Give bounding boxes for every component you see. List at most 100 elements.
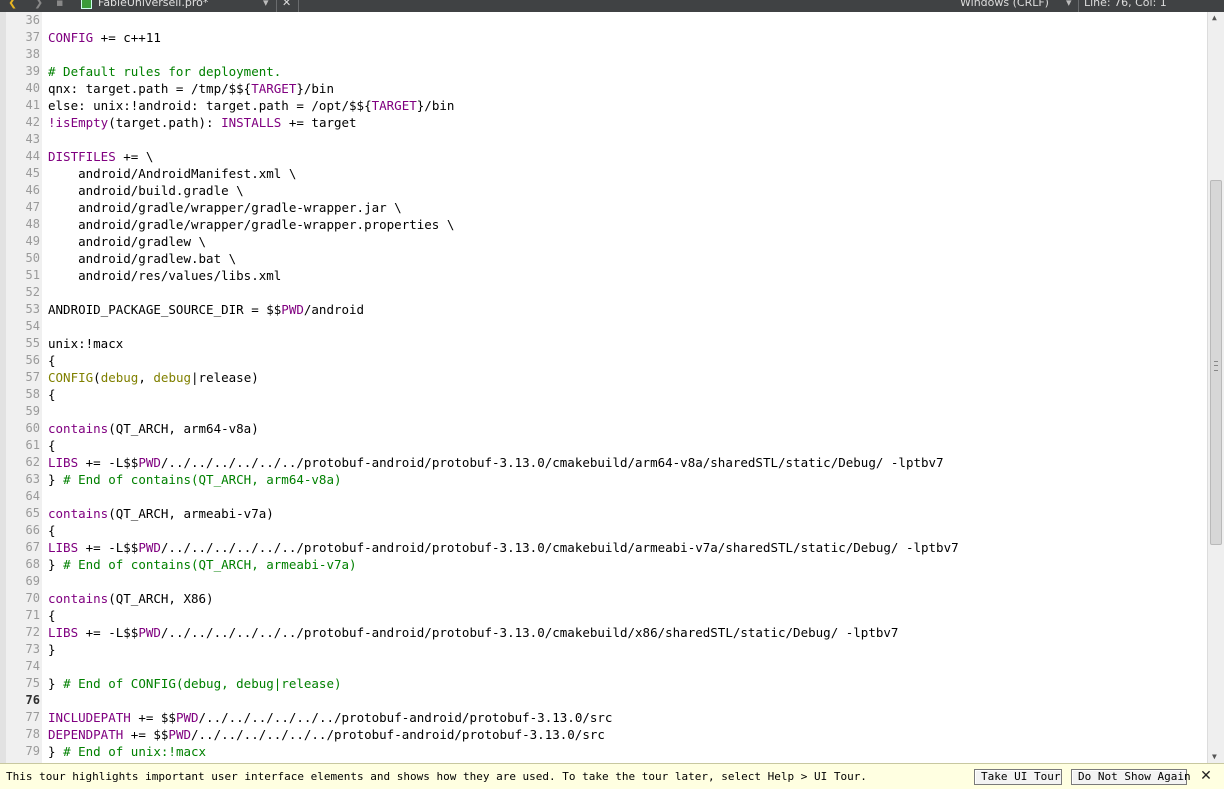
code-line[interactable]: 64 xyxy=(0,488,1207,505)
code-lines[interactable]: 36 37 CONFIG += c++11 38 39 # Default rules f… xyxy=(0,12,1207,760)
code-line[interactable]: 56 { xyxy=(0,352,1207,369)
code-line[interactable]: 70 contains(QT_ARCH, X86) xyxy=(0,590,1207,607)
code-line[interactable]: 76 xyxy=(0,692,1207,709)
code-line[interactable]: 66 { xyxy=(0,522,1207,539)
file-dropdown-icon[interactable]: ▾ xyxy=(263,0,269,10)
code-line[interactable]: 62 LIBS += -L$$PWD/../../../../../../prot… xyxy=(0,454,1207,471)
code-line[interactable]: 68} # End of contains(QT_ARCH, armeabi-v… xyxy=(0,556,1207,573)
code-line[interactable]: 73} xyxy=(0,641,1207,658)
code-text[interactable]: contains(QT_ARCH, armeabi-v7a) xyxy=(48,505,274,522)
code-text[interactable]: { xyxy=(48,522,56,539)
code-text[interactable]: LIBS += -L$$PWD/../../../../../../protob… xyxy=(48,539,959,556)
scroll-up-arrow-icon[interactable]: ▲ xyxy=(1212,13,1217,23)
cursor-position[interactable]: Line: 76, Col: 1 xyxy=(1084,0,1167,10)
code-line[interactable]: 46 android/build.gradle \ xyxy=(0,182,1207,199)
code-text[interactable]: ANDROID_PACKAGE_SOURCE_DIR = $$PWD/andro… xyxy=(48,301,364,318)
code-text[interactable]: android/build.gradle \ xyxy=(48,182,244,199)
back-arrow-icon[interactable]: ❮ xyxy=(8,0,17,10)
code-text[interactable]: # Default rules for deployment. xyxy=(48,63,281,80)
code-text[interactable]: DEPENDPATH += $$PWD/../../../../../../pr… xyxy=(48,726,605,743)
code-text[interactable]: } xyxy=(48,641,56,658)
code-text[interactable]: android/gradlew.bat \ xyxy=(48,250,236,267)
code-text[interactable]: CONFIG(debug, debug|release) xyxy=(48,369,259,386)
code-line[interactable]: 42 !isEmpty(target.path): INSTALLS += tar… xyxy=(0,114,1207,131)
code-text[interactable]: android/gradle/wrapper/gradle-wrapper.pr… xyxy=(48,216,454,233)
code-line[interactable]: 67 LIBS += -L$$PWD/../../../../../../prot… xyxy=(0,539,1207,556)
code-text[interactable]: android/AndroidManifest.xml \ xyxy=(48,165,296,182)
code-line[interactable]: 48 android/gradle/wrapper/gradle-wrapper… xyxy=(0,216,1207,233)
code-text[interactable]: LIBS += -L$$PWD/../../../../../../protob… xyxy=(48,624,898,641)
code-line[interactable]: 63} # End of contains(QT_ARCH, arm64-v8a… xyxy=(0,471,1207,488)
code-line[interactable]: 40 qnx: target.path = /tmp/$${TARGET}/bin xyxy=(0,80,1207,97)
code-line[interactable]: 79} # End of unix:!macx xyxy=(0,743,1207,760)
code-editor[interactable]: 36 37 CONFIG += c++11 38 39 # Default rules f… xyxy=(0,12,1207,763)
code-text[interactable]: LIBS += -L$$PWD/../../../../../../protob… xyxy=(48,454,944,471)
code-text[interactable]: qnx: target.path = /tmp/$${TARGET}/bin xyxy=(48,80,334,97)
code-token: CONFIG xyxy=(48,30,94,45)
code-text[interactable]: CONFIG += c++11 xyxy=(48,29,161,46)
code-line[interactable]: 57 CONFIG(debug, debug|release) xyxy=(0,369,1207,386)
code-line[interactable]: 78 DEPENDPATH += $$PWD/../../../../../../… xyxy=(0,726,1207,743)
code-text[interactable]: INCLUDEPATH += $$PWD/../../../../../../p… xyxy=(48,709,612,726)
do-not-show-again-button[interactable]: Do Not Show Again xyxy=(1071,769,1191,785)
line-ending-dropdown-icon[interactable]: ▾ xyxy=(1066,0,1072,10)
code-token: (QT_ARCH, arm64-v8a) xyxy=(108,421,259,436)
code-line[interactable]: 52 xyxy=(0,284,1207,301)
code-text[interactable]: android/gradle/wrapper/gradle-wrapper.ja… xyxy=(48,199,402,216)
scrollbar-thumb[interactable] xyxy=(1210,179,1222,545)
code-text[interactable]: { xyxy=(48,386,56,403)
code-text[interactable]: { xyxy=(48,437,56,454)
code-line[interactable]: 49 android/gradlew \ xyxy=(0,233,1207,250)
code-line[interactable]: 38 xyxy=(0,46,1207,63)
code-text[interactable]: android/res/values/libs.xml xyxy=(48,267,281,284)
code-line[interactable]: 41 else: unix:!android: target.path = /op… xyxy=(0,97,1207,114)
code-line[interactable]: 47 android/gradle/wrapper/gradle-wrapper… xyxy=(0,199,1207,216)
code-line[interactable]: 53 ANDROID_PACKAGE_SOURCE_DIR = $$PWD/and… xyxy=(0,301,1207,318)
code-line[interactable]: 58 { xyxy=(0,386,1207,403)
take-ui-tour-button[interactable]: Take UI Tour xyxy=(974,769,1062,785)
code-text[interactable]: } # End of CONFIG(debug, debug|release) xyxy=(48,675,342,692)
code-text[interactable]: } # End of contains(QT_ARCH, arm64-v8a) xyxy=(48,471,342,488)
code-line[interactable]: 60 contains(QT_ARCH, arm64-v8a) xyxy=(0,420,1207,437)
code-line[interactable]: 36 xyxy=(0,12,1207,29)
code-text[interactable]: contains(QT_ARCH, X86) xyxy=(48,590,214,607)
vertical-scrollbar[interactable]: ▲ ▼ xyxy=(1207,12,1224,763)
code-text[interactable]: !isEmpty(target.path): INSTALLS += targe… xyxy=(48,114,357,131)
code-token: } xyxy=(48,642,56,657)
lock-icon[interactable]: ▪ xyxy=(56,0,63,10)
code-text[interactable]: } # End of contains(QT_ARCH, armeabi-v7a… xyxy=(48,556,357,573)
close-infobar-icon[interactable]: ✕ xyxy=(1198,767,1214,785)
code-text[interactable]: android/gradlew \ xyxy=(48,233,206,250)
scroll-down-arrow-icon[interactable]: ▼ xyxy=(1212,752,1217,762)
code-text[interactable]: DISTFILES += \ xyxy=(48,148,153,165)
code-line[interactable]: 71 { xyxy=(0,607,1207,624)
code-text[interactable]: } # End of unix:!macx xyxy=(48,743,206,760)
code-line[interactable]: 69 xyxy=(0,573,1207,590)
code-line[interactable]: 39 # Default rules for deployment. xyxy=(0,63,1207,80)
code-text[interactable]: unix:!macx xyxy=(48,335,123,352)
code-text[interactable]: contains(QT_ARCH, arm64-v8a) xyxy=(48,420,259,437)
code-line[interactable]: 74 xyxy=(0,658,1207,675)
code-line[interactable]: 59 xyxy=(0,403,1207,420)
close-document-icon[interactable]: ✕ xyxy=(282,0,291,10)
forward-arrow-icon[interactable]: ❯ xyxy=(34,0,43,10)
code-line[interactable]: 75} # End of CONFIG(debug, debug|release… xyxy=(0,675,1207,692)
code-line[interactable]: 54 xyxy=(0,318,1207,335)
code-line[interactable]: 72 LIBS += -L$$PWD/../../../../../../prot… xyxy=(0,624,1207,641)
code-line[interactable]: 43 xyxy=(0,131,1207,148)
code-line[interactable]: 45 android/AndroidManifest.xml \ xyxy=(0,165,1207,182)
code-text[interactable]: { xyxy=(48,607,56,624)
code-line[interactable]: 65 contains(QT_ARCH, armeabi-v7a) xyxy=(0,505,1207,522)
code-line[interactable]: 50 android/gradlew.bat \ xyxy=(0,250,1207,267)
code-line[interactable]: 44 DISTFILES += \ xyxy=(0,148,1207,165)
open-file-name[interactable]: FableUniversell.pro* xyxy=(98,0,208,10)
code-line[interactable]: 51 android/res/values/libs.xml xyxy=(0,267,1207,284)
code-line[interactable]: 55 unix:!macx xyxy=(0,335,1207,352)
line-ending-selector[interactable]: Windows (CRLF) xyxy=(960,0,1049,10)
code-line[interactable]: 61 { xyxy=(0,437,1207,454)
code-text[interactable]: else: unix:!android: target.path = /opt/… xyxy=(48,97,454,114)
code-line[interactable]: 37 CONFIG += c++11 xyxy=(0,29,1207,46)
code-text[interactable]: { xyxy=(48,352,56,369)
code-line[interactable]: 77 INCLUDEPATH += $$PWD/../../../../../..… xyxy=(0,709,1207,726)
line-number: 73 xyxy=(25,642,40,656)
